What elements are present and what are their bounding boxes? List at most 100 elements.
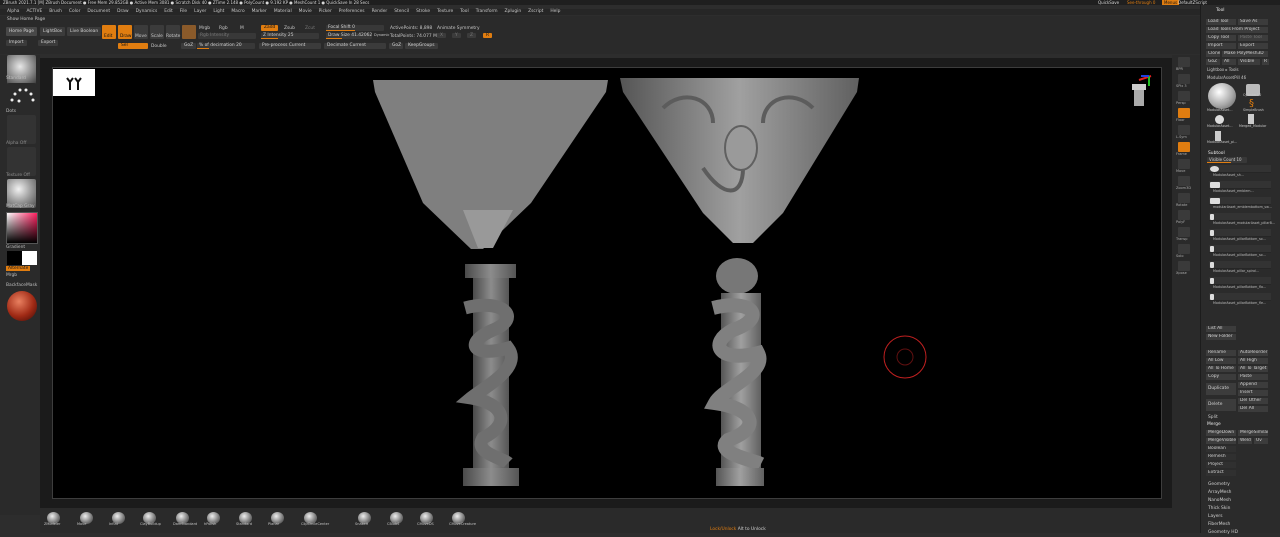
alpha-swatch[interactable] bbox=[7, 115, 36, 144]
menu-item-macro[interactable]: Macro bbox=[231, 9, 244, 15]
all-button[interactable]: All bbox=[1222, 59, 1236, 65]
menu-item-material[interactable]: Material bbox=[274, 9, 292, 15]
home-page-button[interactable]: Home Page bbox=[6, 27, 37, 36]
shelf-button-spix-3[interactable] bbox=[1178, 74, 1190, 84]
shelf-button-solo[interactable] bbox=[1178, 244, 1190, 254]
split-section[interactable]: Split bbox=[1208, 415, 1218, 420]
extract-section[interactable]: Extract bbox=[1206, 470, 1236, 476]
subtool-row[interactable]: ModularAsset_emblem... bbox=[1209, 181, 1271, 193]
goz-tool-button[interactable]: GoZ bbox=[1206, 59, 1220, 65]
all-low-button[interactable]: All Low bbox=[1206, 358, 1236, 364]
shelf-button-frame[interactable] bbox=[1178, 142, 1190, 152]
m-button[interactable]: M bbox=[240, 26, 244, 31]
menus-button[interactable]: Menus bbox=[1162, 0, 1180, 5]
pre-process-button[interactable]: Pre-process Current bbox=[259, 43, 321, 49]
tool-section-nanomesh[interactable]: NanoMesh bbox=[1208, 497, 1278, 505]
focal-shift-slider[interactable]: Focal Shift 0 bbox=[326, 25, 384, 31]
simple-brush-icon[interactable]: § bbox=[1249, 99, 1259, 109]
zadd-button[interactable]: Zadd bbox=[261, 25, 279, 31]
document-canvas[interactable] bbox=[52, 67, 1162, 499]
insert-button[interactable]: Insert bbox=[1238, 390, 1268, 396]
merge-down-button[interactable]: MergeDown bbox=[1206, 430, 1236, 436]
tool-section-fibermesh[interactable]: FiberMesh bbox=[1208, 521, 1278, 529]
rotate-button[interactable]: Rotate bbox=[166, 25, 180, 39]
shelf-button-transp[interactable] bbox=[1178, 227, 1190, 237]
secondary-color-swatch[interactable] bbox=[22, 251, 37, 265]
copy-subtool-button[interactable]: Copy bbox=[1206, 374, 1236, 380]
merge-visible-button[interactable]: MergeVisible bbox=[1206, 438, 1236, 444]
save-as-button[interactable]: Save As bbox=[1238, 19, 1268, 25]
weld-button[interactable]: Weld bbox=[1238, 438, 1252, 444]
tool-export-button[interactable]: Export bbox=[1238, 43, 1268, 49]
shelf-button-bpr[interactable] bbox=[1178, 57, 1190, 67]
animate-symmetry-label[interactable]: Animate Symmetry bbox=[437, 26, 480, 31]
draw-size-slider[interactable]: Draw Size 41.42062 bbox=[326, 33, 372, 39]
menu-item-tool[interactable]: Tool bbox=[460, 9, 469, 15]
shelf-button-persp[interactable] bbox=[1178, 91, 1190, 101]
menu-item-edit[interactable]: Edit bbox=[164, 9, 173, 15]
draw-button[interactable]: Draw bbox=[118, 25, 132, 39]
shelf-button-polyf[interactable] bbox=[1178, 210, 1190, 220]
merge-section-title[interactable]: Merge bbox=[1207, 422, 1221, 428]
copy-tool-button[interactable]: Copy Tool bbox=[1206, 35, 1236, 41]
subtool-row[interactable]: ModularAsset_pillarBottom_so... bbox=[1209, 229, 1271, 241]
symmetry-x-button[interactable]: X bbox=[437, 33, 447, 38]
subtool-row[interactable]: ModularAsset_modularAsset_pillarB... bbox=[1209, 213, 1275, 225]
tool-section-geometry-hd[interactable]: Geometry HD bbox=[1208, 529, 1278, 537]
del-other-button[interactable]: Del Other bbox=[1238, 398, 1268, 404]
r-button[interactable]: R bbox=[1262, 59, 1269, 65]
menu-item-transform[interactable]: Transform bbox=[476, 9, 498, 15]
gradient-label[interactable]: Gradient bbox=[6, 245, 25, 250]
live-boolean-button[interactable]: Live Boolean bbox=[67, 27, 102, 36]
menu-item-document[interactable]: Document bbox=[87, 9, 110, 15]
z-intensity-slider[interactable]: Z Intensity 25 bbox=[261, 33, 319, 39]
shelf-button-xpose[interactable] bbox=[1178, 261, 1190, 271]
menu-item-active[interactable]: ACTIVE bbox=[26, 9, 42, 15]
symmetry-r-button[interactable]: R bbox=[483, 33, 493, 38]
shelf-button-floor[interactable] bbox=[1178, 108, 1190, 118]
keep-groups-button[interactable]: KeepGroups bbox=[405, 43, 438, 49]
subtool-row[interactable]: ModularAsset_pillar_spiral... bbox=[1209, 261, 1271, 273]
make-polymesh-button[interactable]: Make PolyMesh3D bbox=[1222, 51, 1268, 57]
menu-item-stencil[interactable]: Stencil bbox=[394, 9, 409, 15]
symmetry-y-button[interactable]: Y bbox=[452, 33, 461, 38]
zcut-button[interactable]: Zcut bbox=[305, 26, 315, 31]
material-swatch-button[interactable] bbox=[182, 25, 196, 39]
quicksave-button[interactable]: QuickSave bbox=[1098, 0, 1119, 5]
goz-button[interactable]: GoZ bbox=[181, 43, 197, 49]
move-button[interactable]: Move bbox=[134, 25, 148, 39]
load-from-project-button[interactable]: Load Tools From Project bbox=[1206, 27, 1268, 33]
visible-count-slider[interactable]: Visible Count 10 bbox=[1207, 157, 1247, 163]
menu-item-texture[interactable]: Texture bbox=[437, 9, 453, 15]
decimate-button[interactable]: Decimate Current bbox=[324, 43, 386, 49]
shelf-button-zoom3d[interactable] bbox=[1178, 176, 1190, 186]
menu-item-layer[interactable]: Layer bbox=[194, 9, 206, 15]
mrgb-button[interactable]: Mrgb bbox=[199, 26, 210, 31]
import-button[interactable]: Import bbox=[6, 40, 27, 46]
mrgb-label[interactable]: Mrgb bbox=[6, 273, 17, 278]
tool-palette-title[interactable]: Tool bbox=[1216, 8, 1225, 14]
menu-item-help[interactable]: Help bbox=[550, 9, 560, 15]
goz-all-button[interactable]: GoZ bbox=[389, 43, 403, 49]
decimation-slider[interactable]: % of decimation 20 bbox=[197, 43, 255, 49]
list-all-button[interactable]: List All bbox=[1206, 326, 1236, 332]
menu-item-brush[interactable]: Brush bbox=[49, 9, 62, 15]
del-all-button[interactable]: Del All bbox=[1238, 406, 1268, 412]
menu-item-movie[interactable]: Movie bbox=[299, 9, 312, 15]
menu-item-zscript[interactable]: Zscript bbox=[528, 9, 543, 15]
merge-similar-button[interactable]: MergeSimilar bbox=[1238, 430, 1268, 436]
all-to-home-button[interactable]: All To Home bbox=[1206, 366, 1236, 372]
subtool-row[interactable]: ModularAsset_sh... bbox=[1209, 165, 1271, 177]
all-high-button[interactable]: All High bbox=[1238, 358, 1268, 364]
dynamic-toggle[interactable]: Dynamic bbox=[374, 33, 389, 38]
append-button[interactable]: Append bbox=[1238, 382, 1268, 388]
menu-item-dynamics[interactable]: Dynamics bbox=[136, 9, 158, 15]
tool-section-geometry[interactable]: Geometry bbox=[1208, 481, 1278, 489]
menu-item-marker[interactable]: Marker bbox=[252, 9, 267, 15]
scale-button[interactable]: Scale bbox=[150, 25, 164, 39]
backface-mask-label[interactable]: BackfaceMask bbox=[6, 283, 37, 288]
shelf-button-l-sym[interactable] bbox=[1178, 125, 1190, 135]
rgb-button[interactable]: Rgb bbox=[219, 26, 228, 31]
show-home-page-label[interactable]: Show Home Page bbox=[7, 17, 45, 22]
remesh-section[interactable]: Remesh bbox=[1206, 454, 1236, 460]
